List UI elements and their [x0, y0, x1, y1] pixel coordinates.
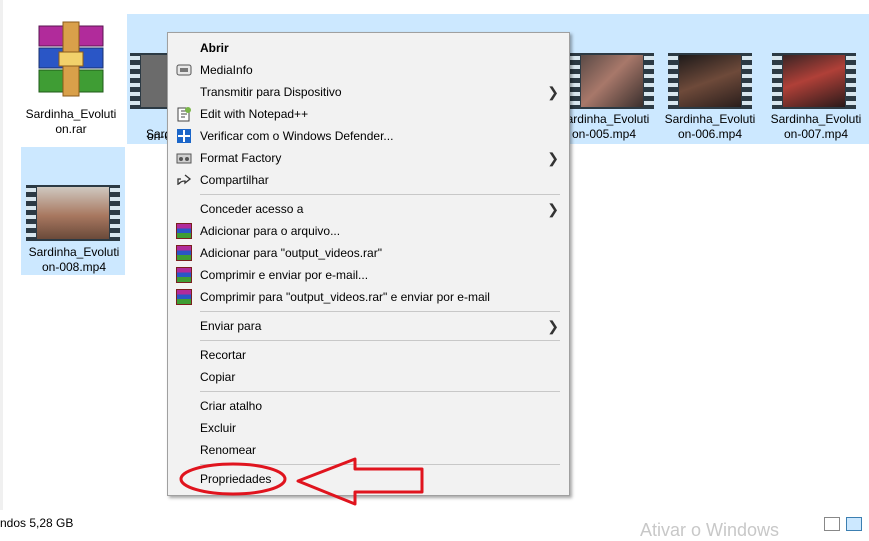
winrar-icon — [176, 267, 192, 283]
menu-separator — [200, 194, 560, 195]
menu-item-compress-rar-email[interactable]: Comprimir para "output_videos.rar" e env… — [168, 286, 569, 308]
menu-separator — [200, 391, 560, 392]
menu-separator — [200, 311, 560, 312]
file-name: Sardinha_Evoluti on-008.mp4 — [28, 245, 120, 274]
winrar-archive-icon — [29, 18, 113, 102]
menu-item-edit-notepad[interactable]: Edit with Notepad++ — [168, 103, 569, 125]
video-thumbnail — [26, 185, 120, 241]
context-menu: Abrir MediaInfo Transmitir para Disposit… — [167, 32, 570, 496]
notepad-plus-plus-icon — [176, 106, 192, 122]
video-thumbnail — [772, 53, 856, 109]
video-thumbnail — [130, 53, 170, 109]
format-factory-icon — [176, 150, 192, 166]
menu-item-mediainfo[interactable]: MediaInfo — [168, 59, 569, 81]
chevron-right-icon: ❯ — [547, 318, 559, 334]
window-left-edge — [0, 0, 3, 510]
details-view-icon[interactable] — [824, 517, 840, 531]
file-item-rar[interactable]: Sardinha_Evoluti on.rar — [19, 10, 123, 140]
winrar-icon — [176, 245, 192, 261]
menu-item-open[interactable]: Abrir — [168, 37, 569, 59]
mediainfo-icon — [176, 62, 192, 78]
menu-item-compress-email[interactable]: Comprimir e enviar por e-mail... — [168, 264, 569, 286]
menu-item-rename[interactable]: Renomear — [168, 439, 569, 461]
chevron-right-icon: ❯ — [547, 201, 559, 217]
menu-item-share[interactable]: Compartilhar — [168, 169, 569, 191]
video-thumbnail — [570, 53, 654, 109]
menu-item-create-shortcut[interactable]: Criar atalho — [168, 395, 569, 417]
menu-item-add-to-archive[interactable]: Adicionar para o arquivo... — [168, 220, 569, 242]
file-name: Sardinha_Evoluti on.rar — [25, 107, 117, 136]
menu-item-send-to[interactable]: Enviar para ❯ — [168, 315, 569, 337]
large-icons-view-icon[interactable] — [846, 517, 862, 531]
winrar-icon — [176, 223, 192, 239]
file-name: Sardinha_Evoluti on-007.mp4 — [770, 112, 862, 141]
menu-item-copy[interactable]: Copiar — [168, 366, 569, 388]
menu-item-add-to-rar[interactable]: Adicionar para "output_videos.rar" — [168, 242, 569, 264]
winrar-icon — [176, 289, 192, 305]
file-name: Sardinha_Evoluti on-006.mp4 — [664, 112, 756, 141]
chevron-right-icon: ❯ — [547, 84, 559, 100]
menu-item-delete[interactable]: Excluir — [168, 417, 569, 439]
file-item-video-selected[interactable]: Sardinha_Evoluti on-008.mp4 — [21, 147, 125, 275]
activate-windows-watermark: Ativar o Windows — [640, 520, 780, 540]
menu-separator — [200, 464, 560, 465]
video-thumbnail — [668, 53, 752, 109]
menu-item-defender-scan[interactable]: Verificar com o Windows Defender... — [168, 125, 569, 147]
chevron-right-icon: ❯ — [547, 150, 559, 166]
menu-item-format-factory[interactable]: Format Factory ❯ — [168, 147, 569, 169]
file-item-video-selected[interactable]: Sardinha_Evoluti on-006.mp4 — [657, 14, 763, 144]
file-item-video-selected[interactable]: Sardinha_Evoluti on-007.mp4 — [763, 14, 869, 144]
share-icon — [176, 172, 192, 188]
menu-item-give-access[interactable]: Conceder acesso a ❯ — [168, 198, 569, 220]
menu-item-cast-to-device[interactable]: Transmitir para Dispositivo ❯ — [168, 81, 569, 103]
status-text: ndos 5,28 GB — [0, 516, 74, 530]
menu-item-cut[interactable]: Recortar — [168, 344, 569, 366]
windows-defender-icon — [176, 128, 192, 144]
menu-item-properties[interactable]: Propriedades — [168, 468, 569, 490]
menu-separator — [200, 340, 560, 341]
